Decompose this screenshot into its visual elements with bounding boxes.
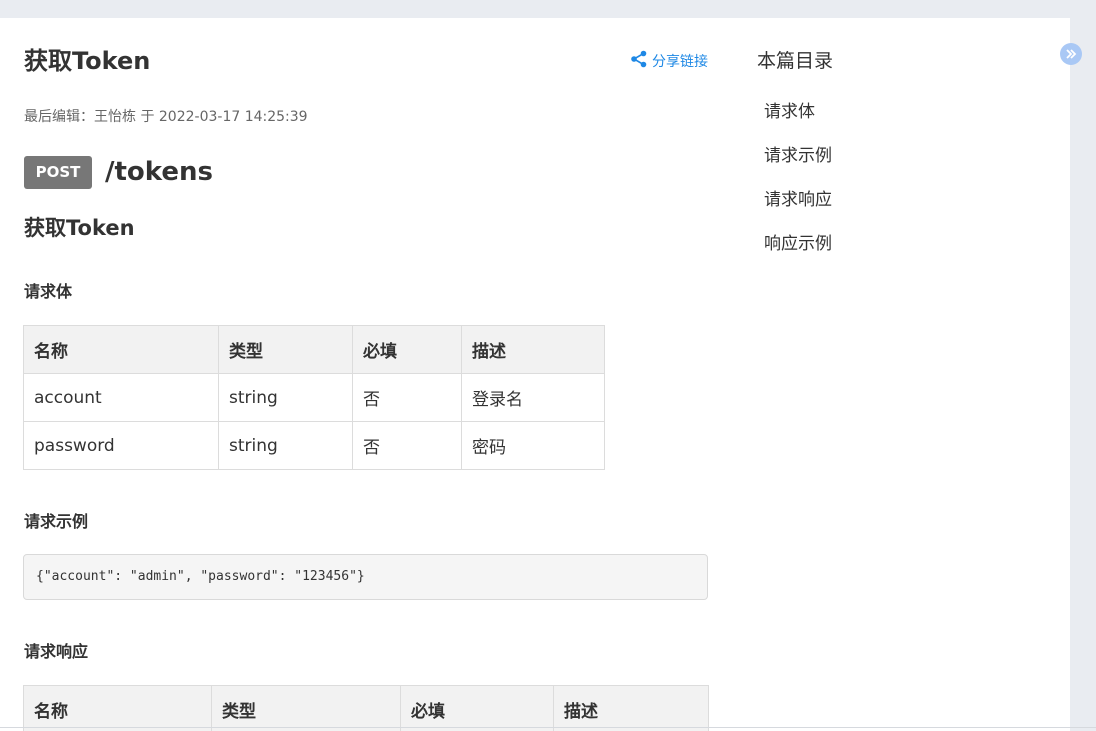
share-icon [630,50,648,74]
column-header: 名称 [23,325,219,374]
request-example-code[interactable]: {"account": "admin", "password": "123456… [23,554,708,600]
table-cell: password [23,421,219,470]
toc-item-request-body[interactable]: 请求体 [757,100,833,144]
toc-item-request-response[interactable]: 请求响应 [757,188,833,232]
last-edited-meta: 最后编辑：王怡栋 于 2022-03-17 14:25:39 [24,109,308,125]
table-cell: 否 [352,421,462,470]
table-cell: string [218,373,353,422]
request-body-heading: 请求体 [24,282,73,301]
table-row: account string 否 登录名 [23,373,605,422]
table-header-row: 名称 类型 必填 描述 [23,325,605,374]
endpoint-header: POST /tokens [24,155,213,189]
column-header: 名称 [23,685,212,731]
double-chevron-right-icon [1065,45,1077,64]
table-row: password string 否 密码 [23,421,605,470]
column-header: 描述 [461,325,605,374]
endpoint-path: /tokens [105,157,213,187]
response-heading: 请求响应 [24,642,89,661]
share-label: 分享链接 [652,54,708,70]
table-header-row: 名称 类型 必填 描述 [23,685,709,731]
column-header: 必填 [400,685,554,731]
share-link[interactable]: 分享链接 [630,50,708,74]
table-cell: account [23,373,219,422]
column-header: 类型 [218,325,353,374]
collapse-toc-button[interactable] [1060,43,1082,65]
page-title: 获取Token [24,47,151,75]
toc-title: 本篇目录 [757,50,834,72]
table-cell: 登录名 [461,373,605,422]
section-title: 获取Token [24,216,135,240]
response-table: 名称 类型 必填 描述 [23,685,709,731]
request-example-heading: 请求示例 [24,512,89,531]
doc-page: 获取Token 分享链接 最后编辑：王怡栋 于 2022-03-17 14:25… [0,18,1070,731]
table-cell: 否 [352,373,462,422]
column-header: 类型 [211,685,401,731]
table-cell: 密码 [461,421,605,470]
table-of-contents: 本篇目录 请求体 请求示例 请求响应 响应示例 [757,48,833,276]
toc-item-request-example[interactable]: 请求示例 [757,144,833,188]
table-cell: string [218,421,353,470]
method-badge: POST [24,155,92,189]
request-body-table: 名称 类型 必填 描述 account string 否 登录名 passwor… [23,325,605,470]
toc-item-response-example[interactable]: 响应示例 [757,232,833,276]
title-row: 获取Token 分享链接 [24,44,708,78]
toc-list: 请求体 请求示例 请求响应 响应示例 [757,100,833,276]
bottom-divider [0,727,1096,728]
column-header: 必填 [352,325,462,374]
column-header: 描述 [553,685,709,731]
